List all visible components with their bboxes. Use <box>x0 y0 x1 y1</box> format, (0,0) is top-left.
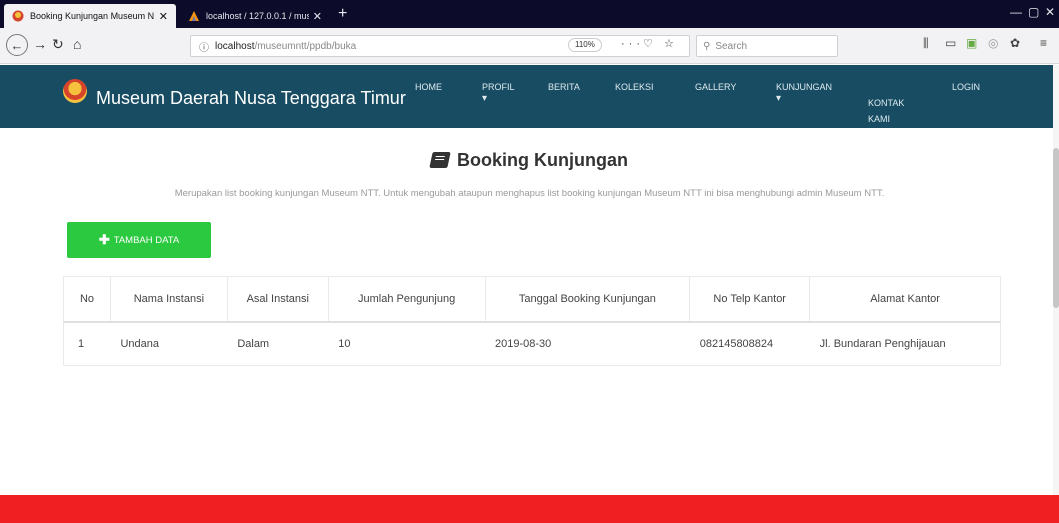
column-header: Alamat Kantor <box>809 276 1001 323</box>
url-host: localhost <box>215 40 255 52</box>
search-icon: ⚲ <box>703 40 711 52</box>
back-arrow-icon[interactable]: ← <box>6 34 28 56</box>
museum-logo-icon <box>12 10 24 22</box>
add-data-label: TAMBAH DATA <box>113 234 180 246</box>
url-bar[interactable]: ⓘ localhost/museumntt/ppdb/buka <box>190 35 690 57</box>
nav-kontak-kami[interactable]: KONTAK KAMI <box>868 79 904 127</box>
nav-berita[interactable]: BERITA <box>548 79 580 95</box>
sidebar-icon[interactable]: ▭ <box>945 36 956 50</box>
table-cell: 2019-08-30 <box>485 321 690 366</box>
bookmark-star-icon[interactable]: ☆ <box>664 37 678 50</box>
column-header: Nama Instansi <box>109 276 228 323</box>
nav-kunjungan[interactable]: KUNJUNGAN ▾ <box>776 79 833 104</box>
page-actions-icon[interactable]: ··· <box>621 38 644 50</box>
nav-label: LOGIN <box>952 82 981 92</box>
nav-label: KOLEKSI <box>615 82 654 92</box>
nav-login[interactable]: LOGIN <box>952 79 980 95</box>
site-footer <box>0 495 1059 523</box>
page-title-text: Booking Kunjungan <box>457 150 628 170</box>
table-cell: 1 <box>63 321 111 366</box>
column-header: No Telp Kantor <box>689 276 811 323</box>
table-cell: Dalam <box>227 321 329 366</box>
table-header-row: No Nama Instansi Asal Instansi Jumlah Pe… <box>63 276 1001 323</box>
pocket-icon[interactable]: ♡ <box>643 37 657 50</box>
nav-koleksi[interactable]: KOLEKSI <box>615 79 654 95</box>
book-icon <box>429 152 451 168</box>
close-tab-icon[interactable]: ✕ <box>313 10 322 23</box>
library-icon[interactable]: ⫼ <box>923 36 929 51</box>
column-header: Asal Instansi <box>226 276 329 323</box>
tab-title: Booking Kunjungan Museum N <box>30 11 155 21</box>
browser-nav-bar: ← → ↻ ⌂ ⓘ localhost/museumntt/ppdb/buka … <box>0 28 1059 64</box>
extension-icon[interactable]: ✿ <box>1010 36 1020 50</box>
zoom-level[interactable]: 110% <box>568 38 602 52</box>
search-input[interactable]: ⚲ Search <box>696 35 838 57</box>
museum-logo-icon[interactable] <box>63 79 87 103</box>
site-brand[interactable]: Museum Daerah Nusa Tenggara Timur <box>96 88 406 109</box>
table-cell: Jl. Bundaran Penghijauan <box>809 321 1001 366</box>
forward-arrow-icon[interactable]: → <box>33 36 47 52</box>
column-header: Tanggal Booking Kunjungan <box>484 276 691 323</box>
add-data-button[interactable]: ✚ TAMBAH DATA <box>67 222 211 258</box>
table-cell: 082145808824 <box>689 321 810 366</box>
hamburger-menu-icon[interactable]: ≡ <box>1040 36 1047 50</box>
browser-tab-strip: Booking Kunjungan Museum N ✕ localhost /… <box>0 0 1059 28</box>
nav-label: KUNJUNGAN <box>776 82 833 92</box>
column-header: No <box>63 276 111 323</box>
extension-icon[interactable]: ◎ <box>988 36 998 50</box>
new-tab-button[interactable]: + <box>338 5 347 23</box>
browser-tab-inactive[interactable]: localhost / 127.0.0.1 / museum ✕ <box>180 4 330 28</box>
booking-table: No Nama Instansi Asal Instansi Jumlah Pe… <box>63 276 1001 366</box>
plus-icon: ✚ <box>98 232 110 247</box>
nav-label: PROFIL <box>482 82 515 92</box>
url-path: /museumntt/ppdb/buka <box>254 40 357 52</box>
search-placeholder: Search <box>715 40 748 52</box>
table-row: 1 Undana Dalam 10 2019-08-30 08214580882… <box>63 321 1001 366</box>
nav-label: GALLERY <box>695 82 737 92</box>
nav-label: HOME <box>415 82 442 92</box>
site-header: Museum Daerah Nusa Tenggara Timur HOME P… <box>0 65 1059 128</box>
table-cell: 10 <box>328 321 486 366</box>
scrollbar-thumb[interactable] <box>1053 148 1059 308</box>
page-description: Merupakan list booking kunjungan Museum … <box>174 188 885 199</box>
table-cell: Undana <box>110 321 228 366</box>
extension-icon[interactable]: ▣ <box>966 36 977 50</box>
close-tab-icon[interactable]: ✕ <box>159 10 168 23</box>
close-window-icon[interactable]: ✕ <box>1045 5 1055 19</box>
dropdown-caret-icon: ▾ <box>482 93 488 104</box>
home-icon[interactable]: ⌂ <box>73 36 81 52</box>
nav-home[interactable]: HOME <box>415 79 442 95</box>
nav-label: BERITA <box>548 82 580 92</box>
info-icon[interactable]: ⓘ <box>199 39 209 54</box>
nav-gallery[interactable]: GALLERY <box>695 79 736 95</box>
page-title: Booking Kunjungan <box>0 150 1059 171</box>
column-header: Jumlah Pengunjung <box>327 276 486 323</box>
nav-label: KONTAK KAMI <box>868 98 905 124</box>
nav-profil[interactable]: PROFIL ▾ <box>482 79 515 104</box>
maximize-icon[interactable]: ▢ <box>1028 5 1039 19</box>
phpmyadmin-icon <box>188 10 200 22</box>
dropdown-caret-icon: ▾ <box>776 93 782 104</box>
browser-tab-active[interactable]: Booking Kunjungan Museum N ✕ <box>4 4 176 28</box>
tab-title: localhost / 127.0.0.1 / museum <box>206 11 309 21</box>
reload-icon[interactable]: ↻ <box>52 36 64 53</box>
minimize-icon[interactable]: — <box>1010 5 1022 19</box>
